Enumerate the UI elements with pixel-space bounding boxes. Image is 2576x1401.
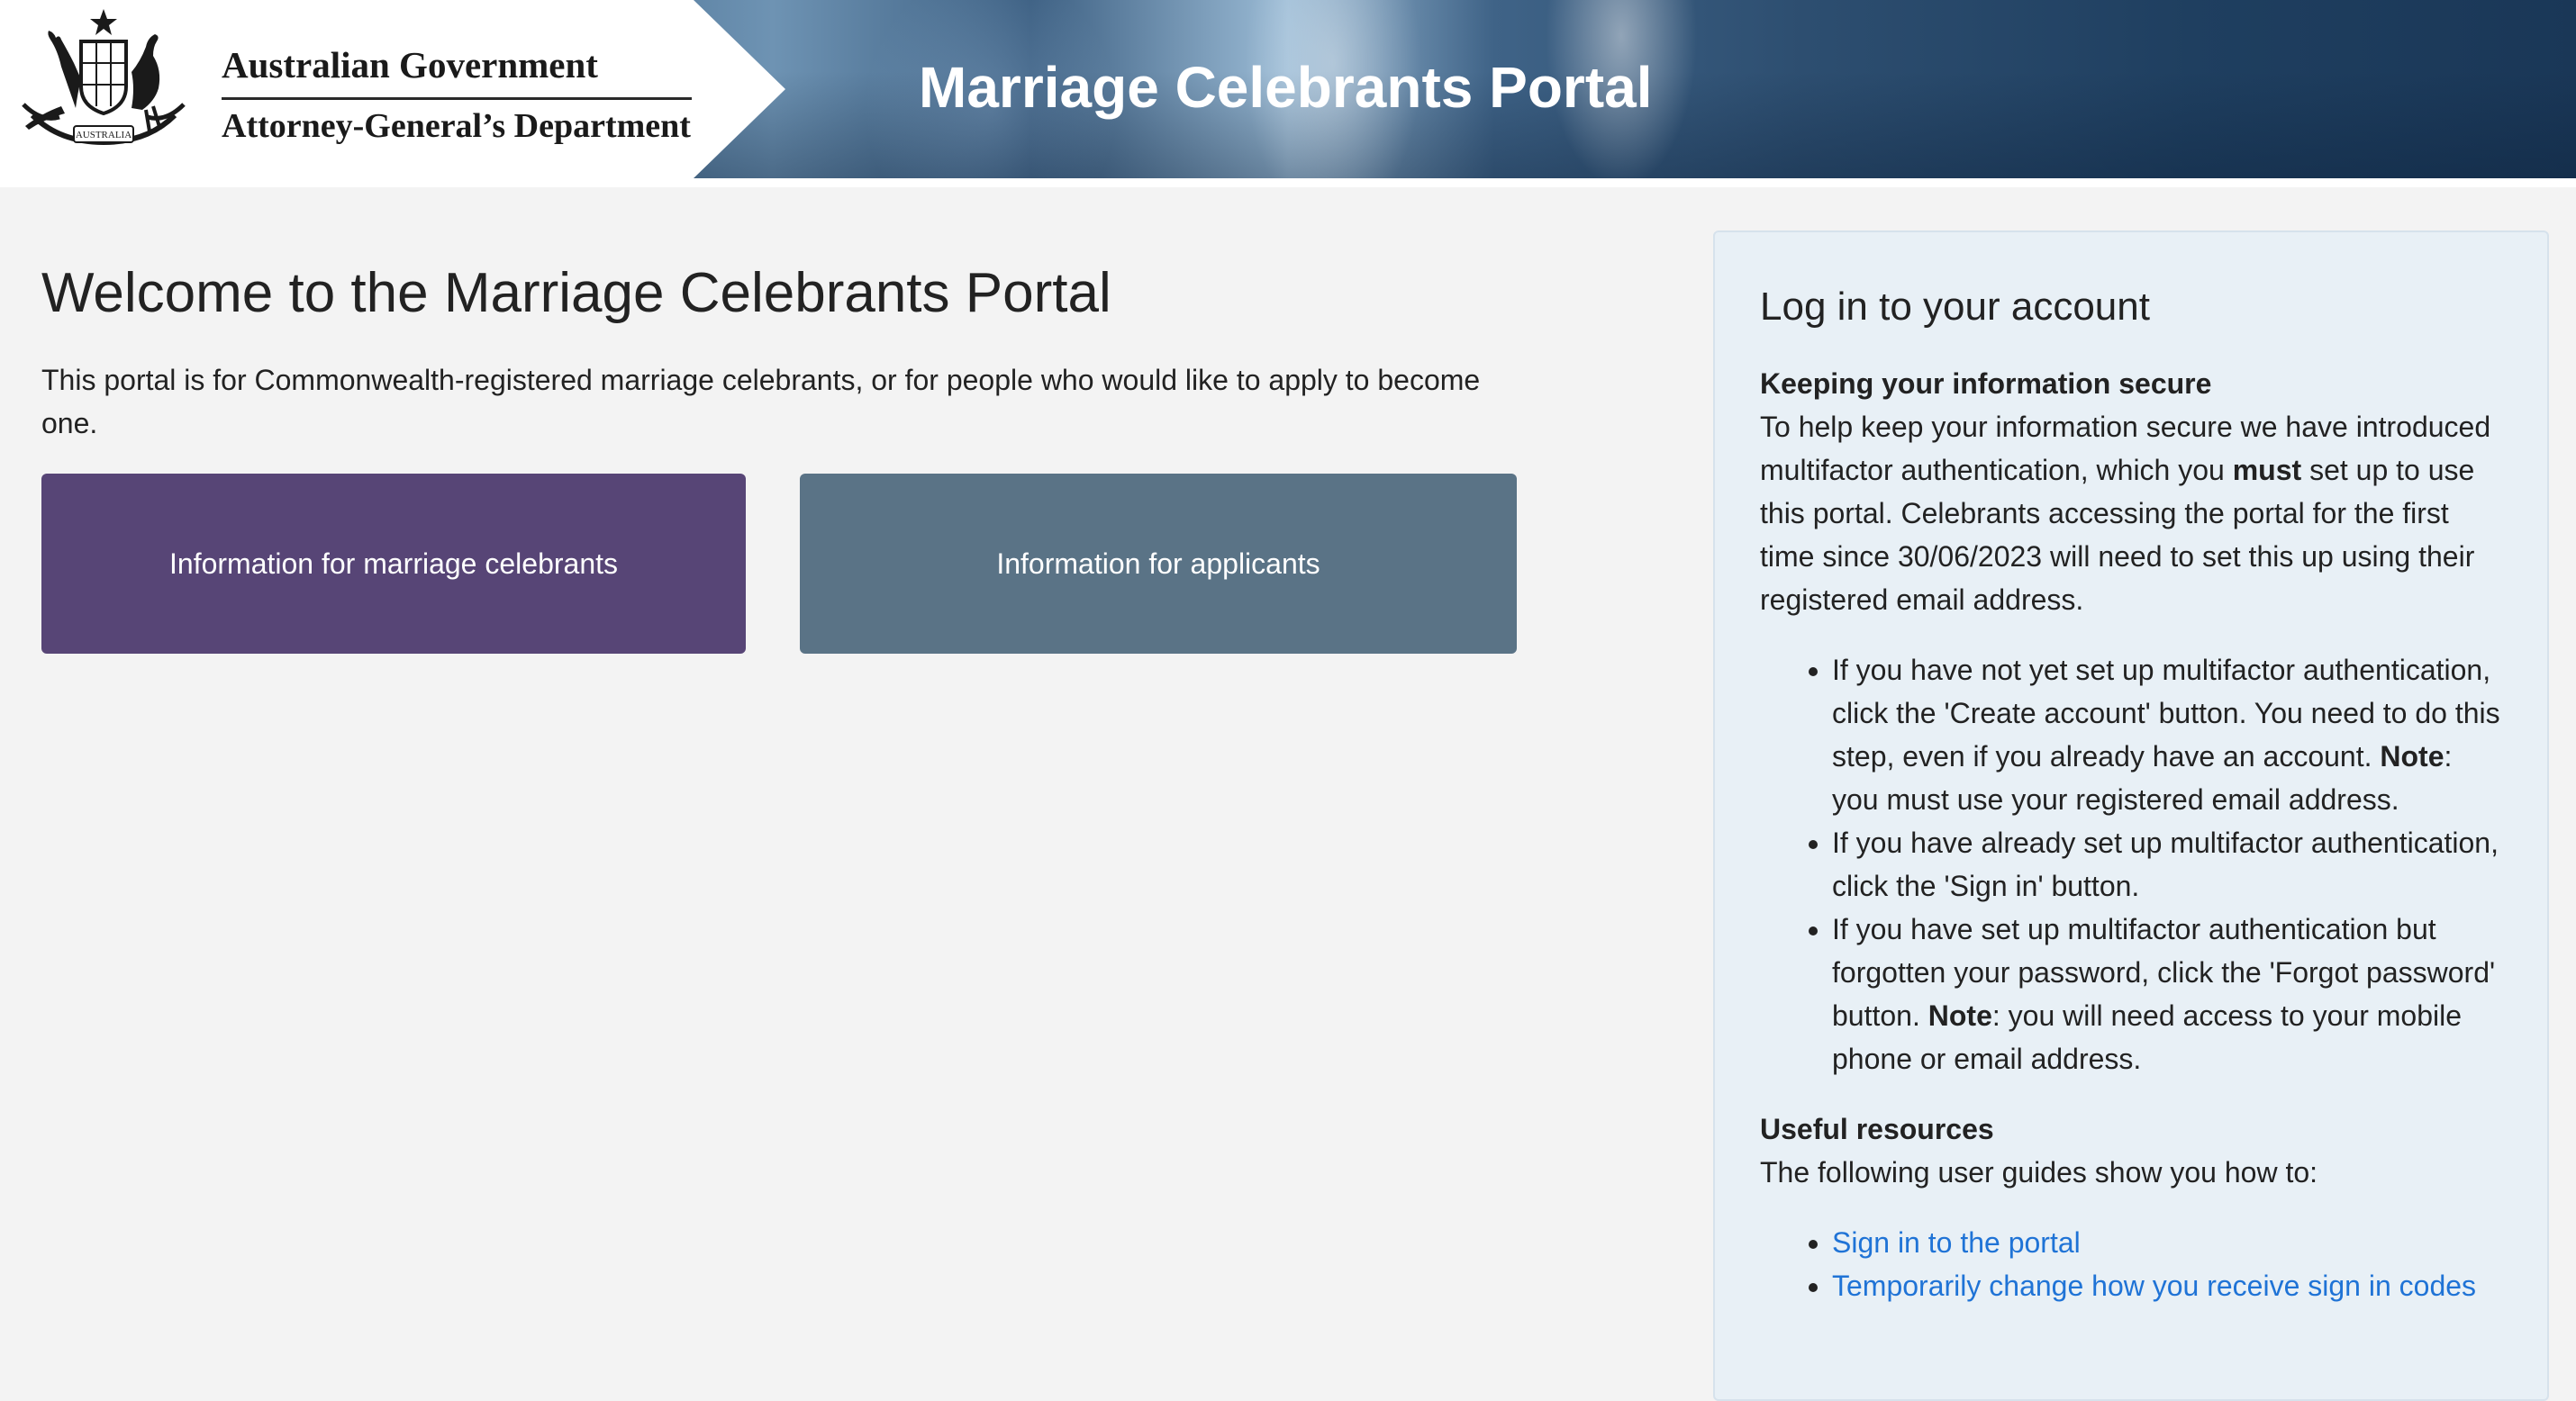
bullet-text: If you have already set up multifactor a…	[1832, 827, 2499, 902]
logo-divider	[222, 97, 692, 100]
sign-in-guide-link[interactable]: Sign in to the portal	[1832, 1226, 2081, 1259]
note-label: Note	[1927, 999, 1992, 1032]
login-title: Log in to your account	[1760, 285, 2150, 329]
secure-paragraph: Keeping your information secure To help …	[1760, 362, 2502, 621]
resources-list: Sign in to the portal Temporarily change…	[1760, 1221, 2502, 1307]
page-title: Welcome to the Marriage Celebrants Porta…	[41, 262, 1111, 324]
government-logo[interactable]: AUSTRALIA Australian Government Attorney…	[0, 0, 793, 178]
note-label: Note	[2380, 740, 2444, 773]
celebrants-info-label: Information for marriage celebrants	[169, 547, 618, 580]
resources-paragraph: Useful resources The following user guid…	[1760, 1107, 2502, 1194]
secure-heading: Keeping your information secure	[1760, 367, 2212, 400]
list-item: If you have not yet set up multifactor a…	[1832, 648, 2502, 821]
svg-text:AUSTRALIA: AUSTRALIA	[76, 130, 132, 140]
list-item: If you have already set up multifactor a…	[1832, 821, 2502, 908]
resources-intro: The following user guides show you how t…	[1760, 1156, 2318, 1189]
coat-of-arms-icon: AUSTRALIA	[22, 9, 186, 146]
mfa-instructions-list: If you have not yet set up multifactor a…	[1760, 648, 2502, 1080]
list-item: Sign in to the portal	[1832, 1221, 2502, 1264]
list-item: If you have set up multifactor authentic…	[1832, 908, 2502, 1080]
celebrants-info-button[interactable]: Information for marriage celebrants	[41, 474, 746, 654]
list-item: Temporarily change how you receive sign …	[1832, 1264, 2502, 1307]
resources-heading: Useful resources	[1760, 1113, 1994, 1145]
applicants-info-button[interactable]: Information for applicants	[800, 474, 1517, 654]
secure-text-must: must	[2232, 454, 2302, 486]
department-name: Attorney-General’s Department	[222, 107, 691, 145]
header-divider	[0, 178, 2576, 187]
login-panel: Log in to your account Keeping your info…	[1713, 230, 2549, 1401]
change-sign-in-codes-guide-link[interactable]: Temporarily change how you receive sign …	[1832, 1270, 2476, 1302]
applicants-info-label: Information for applicants	[996, 547, 1320, 580]
intro-text: This portal is for Commonwealth-register…	[41, 364, 1481, 439]
government-name: Australian Government	[222, 44, 598, 86]
portal-title: Marriage Celebrants Portal	[919, 55, 1653, 120]
